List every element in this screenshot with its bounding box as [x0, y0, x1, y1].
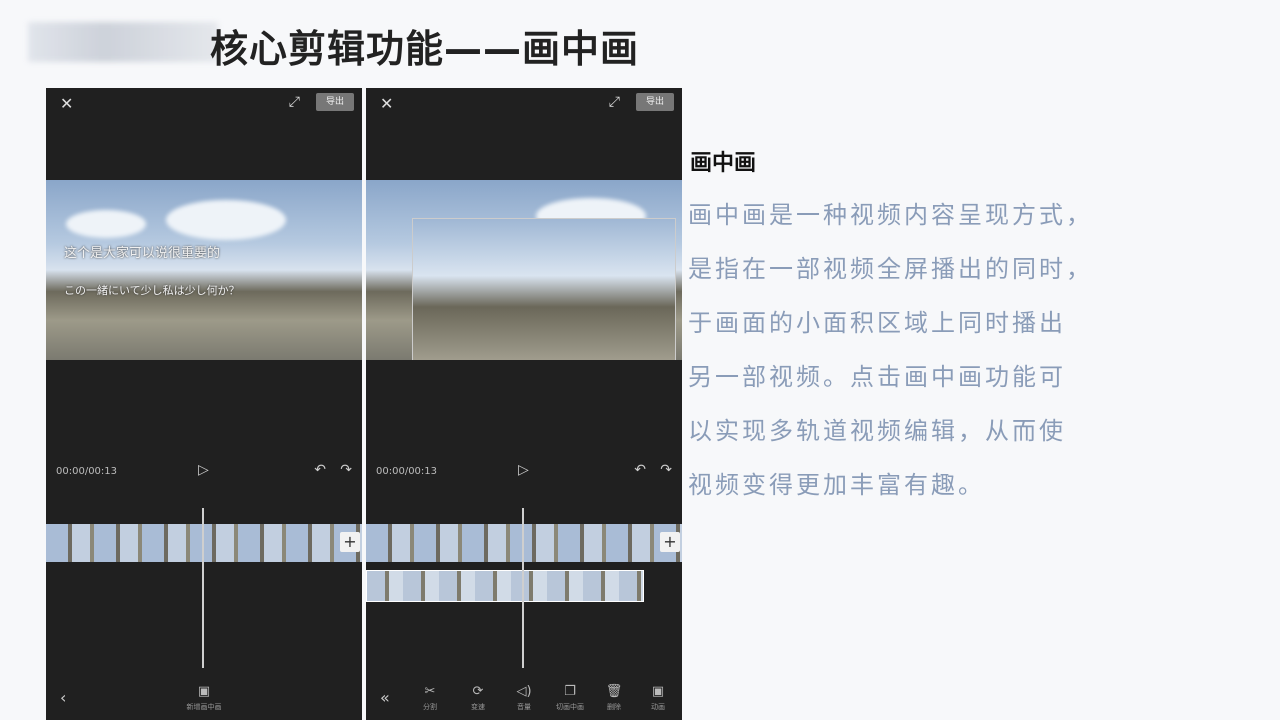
- animation-tool[interactable]: ▣ 动画: [638, 684, 678, 712]
- trash-icon: 🗑: [605, 684, 623, 699]
- export-button[interactable]: 导出: [636, 93, 674, 111]
- fullscreen-icon[interactable]: ⤢: [609, 94, 620, 110]
- redo-icon[interactable]: ↷: [340, 462, 352, 478]
- main-video-track[interactable]: [46, 524, 362, 562]
- scissors-icon: ✂: [424, 684, 436, 699]
- bottom-toolbar: ‹ ▣ 新增画中画: [46, 680, 362, 720]
- subtitle-line-2: この一緒にいて少し私は少し何か？: [64, 284, 240, 297]
- delete-tool[interactable]: 🗑 删除: [594, 684, 634, 712]
- bottom-toolbar: « ✂ 分割 ⟳ 变速 ◁) 音量 ❐ 切画中画 🗑 删除 ▣ 动画: [366, 680, 682, 720]
- subtitle-line-1: 这个是大家可以说很重要的: [64, 246, 221, 261]
- description-line: 另一部视频。点击画中画功能可: [688, 363, 1066, 391]
- switch-pip-tool[interactable]: ❐ 切画中画: [550, 684, 590, 712]
- layers-icon: ❐: [564, 684, 576, 699]
- tool-label: 变速: [471, 703, 485, 711]
- playhead[interactable]: [522, 508, 524, 668]
- fullscreen-icon[interactable]: ⤢: [289, 94, 300, 110]
- playback-controls: 00:00/00:13 ▷ ↶ ↷: [46, 458, 362, 488]
- volume-tool[interactable]: ◁) 音量: [504, 684, 544, 712]
- add-pip-tool[interactable]: ▣ 新增画中画: [184, 684, 224, 712]
- playhead[interactable]: [202, 508, 204, 668]
- main-video-track[interactable]: [366, 524, 682, 562]
- blurred-logo: [28, 22, 218, 62]
- right-phone-screenshot: ✕ ⤢ 导出 00:00/00:13 ▷ ↶ ↷ + « ✂ 分割 ⟳ 变速 ◁…: [366, 88, 682, 720]
- speed-icon: ⟳: [472, 684, 484, 699]
- tool-label: 新增画中画: [186, 703, 222, 711]
- close-icon[interactable]: ✕: [380, 94, 393, 113]
- tool-label: 动画: [651, 703, 665, 711]
- volume-icon: ◁): [516, 684, 532, 699]
- video-preview: [366, 180, 682, 360]
- back-icon[interactable]: «: [380, 688, 390, 707]
- editor-top-bar: ✕ ⤢ 导出: [46, 88, 362, 118]
- play-icon[interactable]: ▷: [198, 462, 209, 478]
- undo-icon[interactable]: ↶: [314, 462, 326, 478]
- slide-title: 核心剪辑功能——画中画: [210, 27, 640, 71]
- undo-icon[interactable]: ↶: [634, 462, 646, 478]
- add-clip-button[interactable]: +: [340, 532, 360, 552]
- pip-video-track[interactable]: [366, 570, 644, 602]
- section-heading: 画中画: [690, 151, 757, 176]
- left-phone-screenshot: ✕ ⤢ 导出 这个是大家可以说很重要的 この一緒にいて少し私は少し何か？ 00:…: [46, 88, 362, 720]
- description-line: 于画面的小面积区域上同时播出: [688, 309, 1066, 337]
- add-clip-button[interactable]: +: [660, 532, 680, 552]
- pip-icon: ▣: [197, 684, 211, 699]
- animation-icon: ▣: [651, 684, 665, 699]
- description-text: 画中画是一种视频内容呈现方式， 是指在一部视频全屏播出的同时， 于画面的小面积区…: [688, 190, 1168, 514]
- pip-overlay-video[interactable]: [412, 218, 676, 360]
- redo-icon[interactable]: ↷: [660, 462, 672, 478]
- tool-label: 分割: [423, 703, 437, 711]
- back-icon[interactable]: ‹: [60, 688, 66, 707]
- tool-label: 音量: [517, 703, 531, 711]
- timecode: 00:00/00:13: [56, 466, 118, 477]
- export-button[interactable]: 导出: [316, 93, 354, 111]
- split-tool[interactable]: ✂ 分割: [410, 684, 450, 712]
- playback-controls: 00:00/00:13 ▷ ↶ ↷: [366, 458, 682, 488]
- editor-top-bar: ✕ ⤢ 导出: [366, 88, 682, 118]
- description-line: 视频变得更加丰富有趣。: [688, 471, 985, 499]
- video-preview: 这个是大家可以说很重要的 この一緒にいて少し私は少し何か？: [46, 180, 362, 360]
- tool-label: 切画中画: [556, 703, 584, 711]
- description-line: 是指在一部视频全屏播出的同时，: [688, 255, 1093, 283]
- description-line: 画中画是一种视频内容呈现方式，: [688, 201, 1093, 229]
- description-line: 以实现多轨道视频编辑，从而使: [688, 417, 1066, 445]
- play-icon[interactable]: ▷: [518, 462, 529, 478]
- speed-tool[interactable]: ⟳ 变速: [458, 684, 498, 712]
- close-icon[interactable]: ✕: [60, 94, 73, 113]
- tool-label: 删除: [607, 703, 621, 711]
- timecode: 00:00/00:13: [376, 466, 438, 477]
